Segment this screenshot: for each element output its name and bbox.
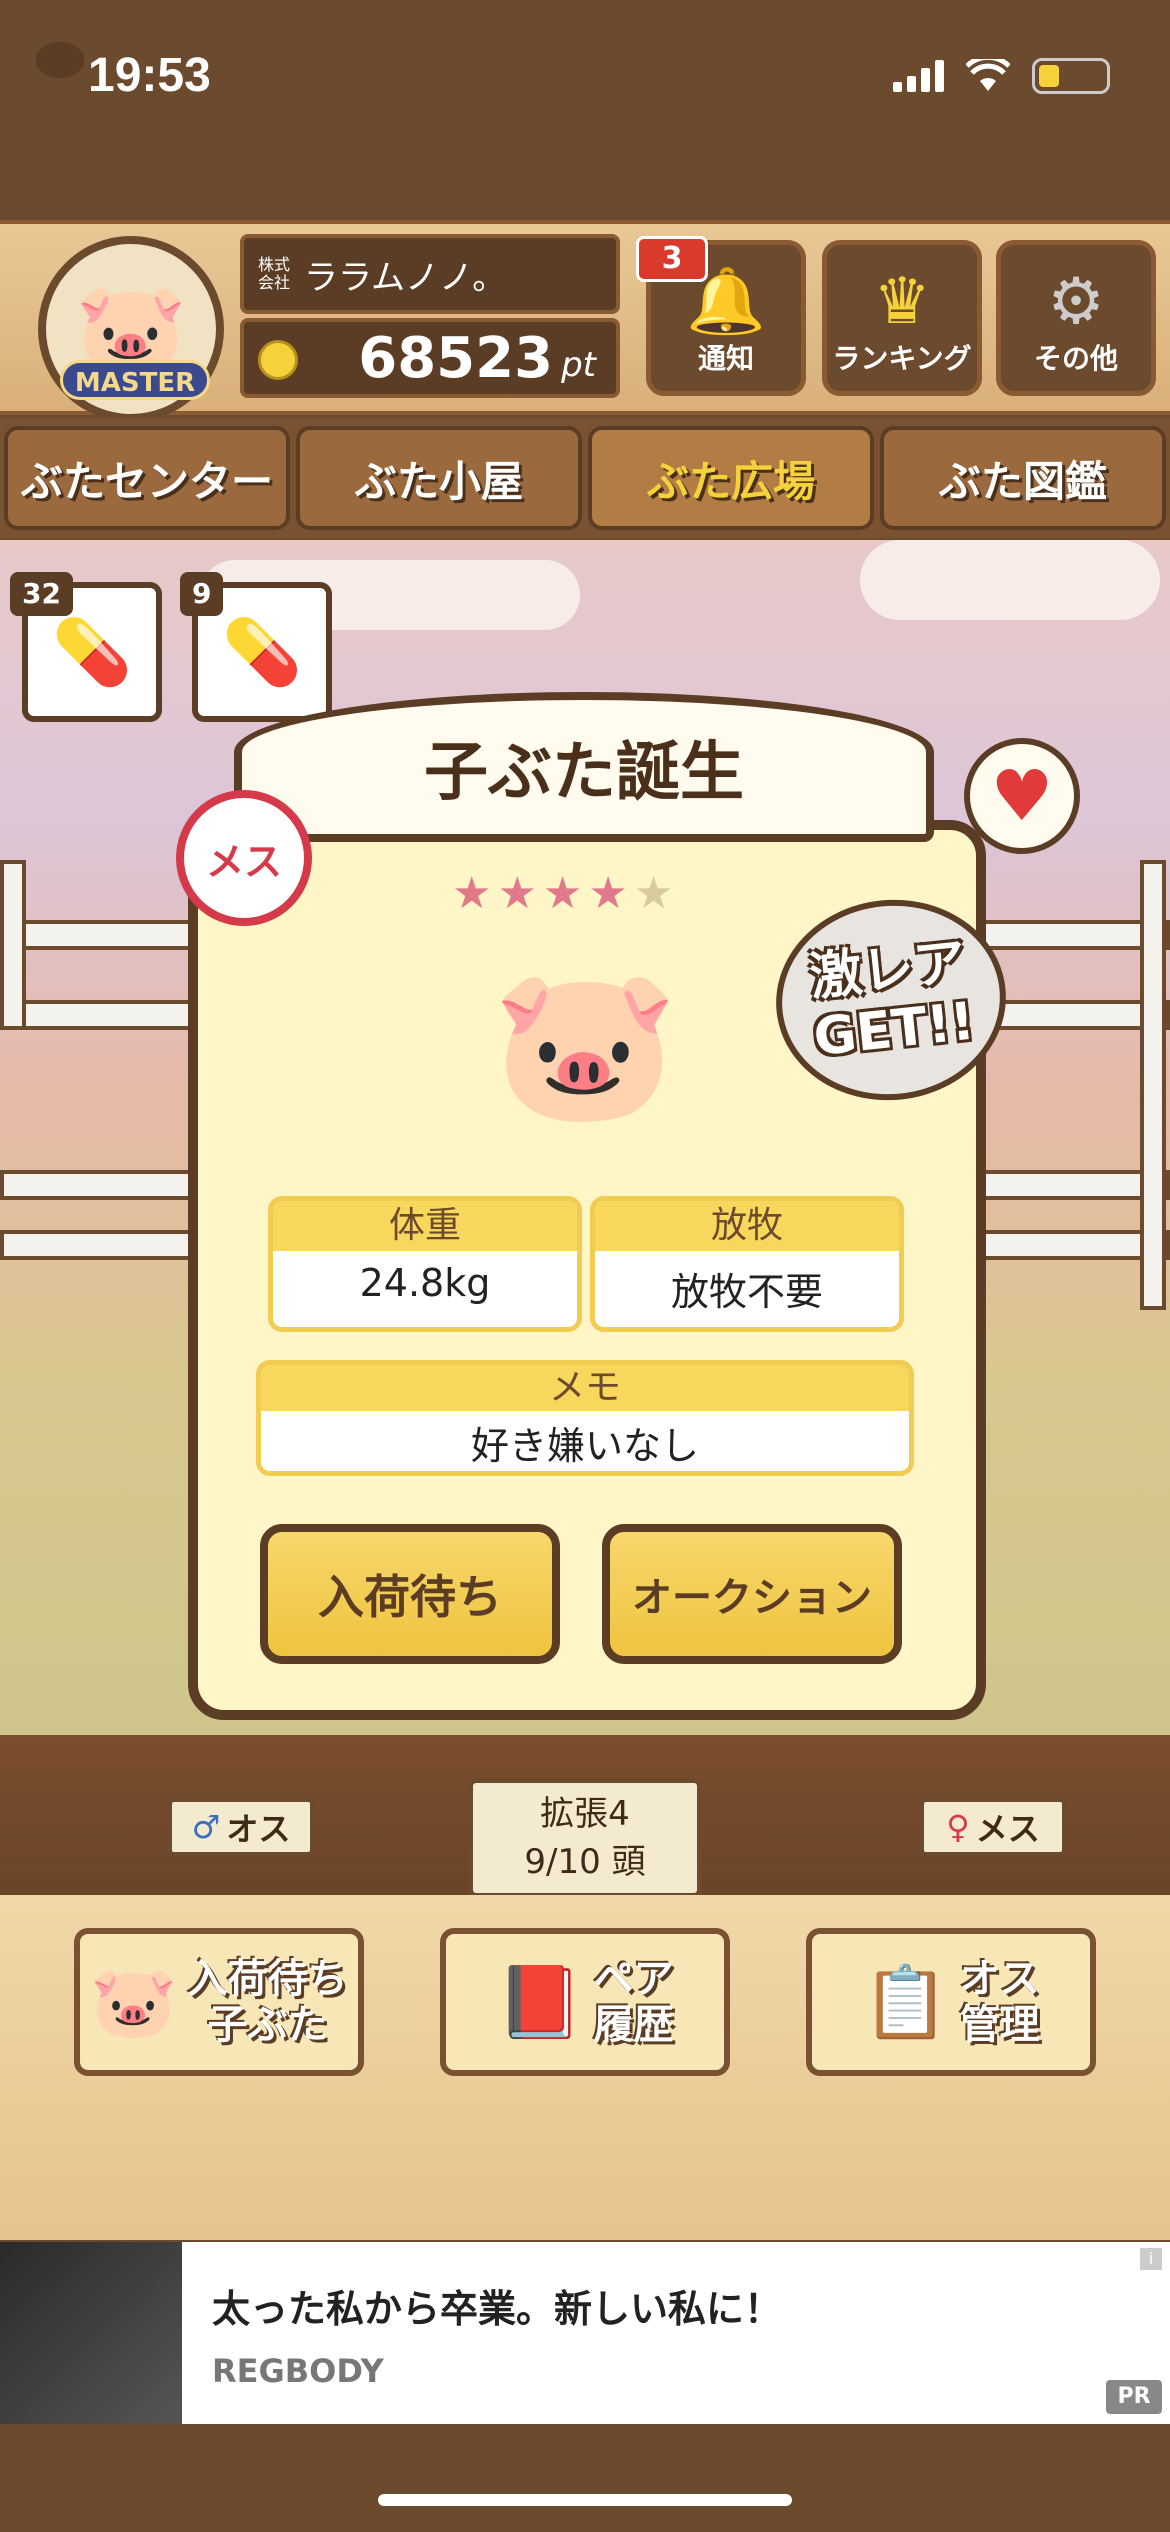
male-symbol-icon: ♂ — [191, 1808, 221, 1846]
status-icons — [893, 58, 1110, 94]
memo-value: 好き嫌いなし — [470, 1424, 699, 1468]
ad-title[interactable]: 太った私から卒業。新しい私に！ — [212, 2278, 782, 2333]
ad-brand: REGBODY — [212, 2352, 384, 2390]
pair-history-button[interactable]: 📕 ペア 履歴 — [440, 1928, 730, 2076]
weight-box: 体重 24.8kg — [268, 1196, 582, 1332]
expand-sign[interactable]: 拡張4 9/10 頭 — [468, 1778, 702, 1898]
ad-pr-badge: PR — [1106, 2380, 1162, 2414]
points-value: 68523 — [358, 325, 554, 391]
schoolpig-icon: 🐷 — [491, 958, 679, 1132]
fence-post — [0, 860, 26, 1030]
tab-pig-hut[interactable]: ぶた小屋 — [296, 426, 582, 530]
star-icon: ★ — [633, 868, 680, 919]
ranking-button[interactable]: ♛ ランキング — [822, 240, 982, 396]
ranking-label: ランキング — [832, 342, 972, 375]
other-button[interactable]: ⚙ その他 — [996, 240, 1156, 396]
star-icon: ★ — [497, 868, 543, 919]
status-time: 19:53 — [88, 49, 211, 102]
female-medicine-icon: 💊 — [52, 615, 132, 690]
expand-label: 拡張4 — [540, 1794, 630, 1834]
weight-value: 24.8kg — [359, 1261, 491, 1305]
wait-for-stock-button[interactable]: 入荷待ち — [260, 1524, 560, 1664]
weight-label: 体重 — [273, 1201, 577, 1251]
star-icon: ★ — [452, 868, 498, 919]
tab-pig-encyclopedia[interactable]: ぶた図鑑 — [880, 426, 1166, 530]
other-label: その他 — [1033, 342, 1118, 375]
tab-pig-plaza[interactable]: ぶた広場 — [588, 426, 874, 530]
male-medicine-count: 9 — [180, 572, 224, 616]
ad-info-icon[interactable]: i — [1140, 2248, 1162, 2270]
pair-history-label: ペア 履歴 — [593, 1956, 674, 2048]
company-name: ララムノノ。 — [304, 257, 507, 298]
piglet-portrait: 🐷 — [490, 940, 680, 1150]
tab-pig-center[interactable]: ぶたセンター — [4, 426, 290, 530]
pig-icon: 🐷 — [90, 1960, 178, 2043]
female-gender-badge: メス — [176, 790, 312, 926]
female-medicine-count: 32 — [10, 572, 73, 616]
auction-button[interactable]: オークション — [602, 1524, 902, 1664]
star-icon: ★ — [542, 868, 589, 919]
female-area-sign: ♀ メス — [920, 1798, 1066, 1856]
cloud — [860, 540, 1160, 620]
memo-box: メモ 好き嫌いなし — [256, 1360, 914, 1476]
notification-label: 通知 — [697, 342, 754, 375]
battery-icon — [1032, 58, 1110, 94]
main-nav: ぶたセンター ぶた小屋 ぶた広場 ぶた図鑑 — [0, 418, 1170, 538]
coin-icon — [258, 340, 298, 380]
rarity-stars: ★★★★★ — [452, 868, 679, 919]
female-sign-label: メス — [975, 1810, 1040, 1848]
heart-icon: ♥ — [964, 738, 1080, 854]
male-management-label: オス 管理 — [959, 1956, 1040, 2048]
gear-icon: ⚙ — [1047, 265, 1105, 339]
gender-label: メス — [205, 839, 282, 884]
male-clipboard-icon: 📋 — [862, 1960, 950, 2043]
waiting-piglets-button[interactable]: 🐷 入荷待ち 子ぶた — [74, 1928, 364, 2076]
modal-title: 子ぶた誕生 — [424, 736, 744, 810]
capacity-label: 9/10 頭 — [524, 1842, 646, 1882]
male-medicine-icon: 💊 — [222, 615, 302, 690]
grazing-label: 放牧 — [595, 1201, 899, 1251]
signal-icon — [893, 60, 944, 92]
grazing-value: 放牧不要 — [670, 1270, 823, 1314]
points-unit: pt — [561, 345, 596, 385]
company-name-box: 株式会社 ララムノノ。 — [240, 234, 620, 314]
wifi-icon — [966, 59, 1010, 91]
female-symbol-icon: ♀ — [946, 1808, 970, 1846]
grazing-box: 放牧 放牧不要 — [590, 1196, 904, 1332]
home-indicator[interactable] — [378, 2494, 792, 2506]
male-area-sign: ♂ オス — [168, 1798, 314, 1856]
waiting-piglets-label: 入荷待ち 子ぶた — [187, 1956, 348, 2048]
memo-label: メモ — [261, 1365, 909, 1411]
status-bar: 19:53 — [0, 0, 1170, 150]
ad-banner[interactable]: 太った私から卒業。新しい私に！ REGBODY i PR — [0, 2242, 1170, 2424]
male-sign-label: オス — [226, 1810, 291, 1848]
modal-title-ribbon: 子ぶた誕生 — [234, 692, 934, 842]
heart-book-icon: 📕 — [496, 1960, 584, 2043]
ad-image[interactable] — [0, 2242, 182, 2424]
crown-icon: ♛ — [873, 265, 931, 339]
points-box: 68523 pt — [240, 318, 620, 398]
fence-post — [1140, 860, 1166, 1310]
star-icon: ★ — [588, 868, 634, 919]
company-prefix: 株式会社 — [258, 255, 291, 292]
notification-count-badge: 3 — [636, 236, 708, 282]
master-label: MASTER — [60, 360, 210, 400]
male-management-button[interactable]: 📋 オス 管理 — [806, 1928, 1096, 2076]
